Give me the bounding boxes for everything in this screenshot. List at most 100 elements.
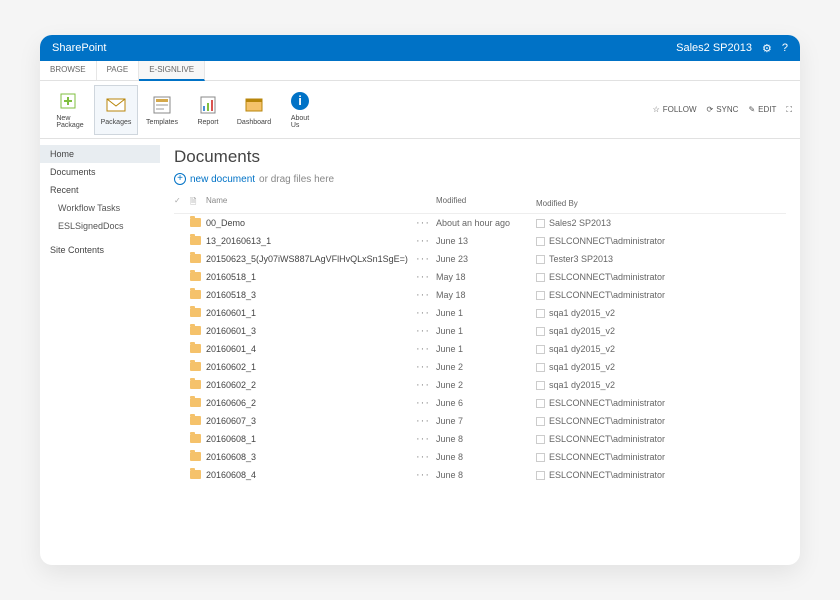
nav-documents[interactable]: Documents [40, 163, 160, 181]
row-modified-by[interactable]: Sales2 SP2013 [536, 218, 696, 228]
row-menu-icon[interactable]: ··· [416, 361, 436, 373]
nav-site-contents[interactable]: Site Contents [40, 241, 160, 259]
table-row[interactable]: 20160602_1···June 2sqa1 dy2015_v2 [174, 358, 786, 376]
user-label[interactable]: Sales2 SP2013 [676, 42, 752, 54]
row-menu-icon[interactable]: ··· [416, 397, 436, 409]
row-modified-by[interactable]: ESLCONNECT\administrator [536, 272, 696, 282]
table-row[interactable]: 20160601_3···June 1sqa1 dy2015_v2 [174, 322, 786, 340]
ribbon-about-us[interactable]: iAboutUs [278, 85, 322, 135]
row-modified-by[interactable]: sqa1 dy2015_v2 [536, 380, 696, 390]
row-modified-by[interactable]: sqa1 dy2015_v2 [536, 344, 696, 354]
row-menu-icon[interactable]: ··· [416, 253, 436, 265]
row-modified: June 6 [436, 398, 536, 408]
dashboard-icon [243, 94, 265, 116]
row-modified-by[interactable]: ESLCONNECT\administrator [536, 470, 696, 480]
col-modified-by[interactable]: Modified By [536, 196, 696, 210]
help-icon[interactable]: ? [782, 42, 788, 54]
expand-icon: ⛶ [786, 105, 792, 115]
row-name[interactable]: 20160518_3 [206, 290, 416, 300]
row-modified-by[interactable]: sqa1 dy2015_v2 [536, 308, 696, 318]
row-menu-icon[interactable]: ··· [416, 307, 436, 319]
ribbon-action-sync[interactable]: ⟳SYNC [707, 105, 739, 114]
row-menu-icon[interactable]: ··· [416, 217, 436, 229]
col-modified[interactable]: Modified [436, 196, 536, 210]
row-modified-by[interactable]: ESLCONNECT\administrator [536, 290, 696, 300]
row-modified-by[interactable]: ESLCONNECT\administrator [536, 398, 696, 408]
row-name[interactable]: 20160601_3 [206, 326, 416, 336]
row-name[interactable]: 20160608_4 [206, 470, 416, 480]
folder-icon [190, 272, 206, 283]
ribbon-new-package[interactable]: NewPackage [48, 85, 92, 135]
row-name[interactable]: 13_20160613_1 [206, 236, 416, 246]
row-menu-icon[interactable]: ··· [416, 343, 436, 355]
row-name[interactable]: 20160607_3 [206, 416, 416, 426]
ribbon-action-follow[interactable]: ☆FOLLOW [653, 105, 697, 114]
row-name[interactable]: 20160602_1 [206, 362, 416, 372]
tab-e-signlive[interactable]: E-SIGNLIVE [139, 61, 205, 81]
user-icon [536, 435, 545, 444]
user-icon [536, 471, 545, 480]
row-modified-by[interactable]: ESLCONNECT\administrator [536, 416, 696, 426]
row-menu-icon[interactable]: ··· [416, 289, 436, 301]
row-menu-icon[interactable]: ··· [416, 451, 436, 463]
row-modified-by[interactable]: ESLCONNECT\administrator [536, 236, 696, 246]
row-menu-icon[interactable]: ··· [416, 469, 436, 481]
table-row[interactable]: 20160602_2···June 2sqa1 dy2015_v2 [174, 376, 786, 394]
suite-right: Sales2 SP2013 ⚙ ? [676, 42, 788, 55]
ribbon-dashboard[interactable]: Dashboard [232, 85, 276, 135]
row-menu-icon[interactable]: ··· [416, 235, 436, 247]
ribbon-report[interactable]: Report [186, 85, 230, 135]
ribbon-action-expand[interactable]: ⛶ [786, 105, 792, 115]
row-modified-by[interactable]: Tester3 SP2013 [536, 254, 696, 264]
svg-text:i: i [298, 93, 302, 108]
ribbon-packages[interactable]: Packages [94, 85, 138, 135]
row-name[interactable]: 20160518_1 [206, 272, 416, 282]
table-row[interactable]: 20160608_1···June 8ESLCONNECT\administra… [174, 430, 786, 448]
row-name[interactable]: 20160608_3 [206, 452, 416, 462]
row-menu-icon[interactable]: ··· [416, 433, 436, 445]
row-name[interactable]: 20160608_1 [206, 434, 416, 444]
nav-eslsigneddocs[interactable]: ESLSignedDocs [40, 217, 160, 235]
col-menu [416, 196, 436, 210]
row-name[interactable]: 20160601_4 [206, 344, 416, 354]
row-modified: June 8 [436, 434, 536, 444]
user-icon [536, 237, 545, 246]
folder-icon [190, 452, 206, 463]
tab-browse[interactable]: BROWSE [40, 61, 97, 80]
table-row[interactable]: 20160608_4···June 8ESLCONNECT\administra… [174, 466, 786, 484]
table-row[interactable]: 20160601_4···June 1sqa1 dy2015_v2 [174, 340, 786, 358]
row-menu-icon[interactable]: ··· [416, 325, 436, 337]
row-modified-by[interactable]: ESLCONNECT\administrator [536, 434, 696, 444]
ribbon-action-edit[interactable]: ✎EDIT [748, 105, 776, 114]
nav-recent[interactable]: Recent [40, 181, 160, 199]
table-row[interactable]: 20160518_3···May 18ESLCONNECT\administra… [174, 286, 786, 304]
new-document-link[interactable]: + new document or drag files here [174, 173, 786, 185]
row-name[interactable]: 20160606_2 [206, 398, 416, 408]
row-modified-by[interactable]: sqa1 dy2015_v2 [536, 362, 696, 372]
gear-icon[interactable]: ⚙ [762, 42, 772, 55]
table-row[interactable]: 20160606_2···June 6ESLCONNECT\administra… [174, 394, 786, 412]
table-row[interactable]: 00_Demo···About an hour agoSales2 SP2013 [174, 214, 786, 232]
row-menu-icon[interactable]: ··· [416, 271, 436, 283]
row-name[interactable]: 20160602_2 [206, 380, 416, 390]
nav-workflow-tasks[interactable]: Workflow Tasks [40, 199, 160, 217]
table-row[interactable]: 20160601_1···June 1sqa1 dy2015_v2 [174, 304, 786, 322]
nav-home[interactable]: Home [40, 145, 160, 163]
table-row[interactable]: 20160608_3···June 8ESLCONNECT\administra… [174, 448, 786, 466]
row-name[interactable]: 20150623_5(Jy07iWS887LAgVFlHvQLxSn1SgE=) [206, 254, 416, 264]
row-name[interactable]: 20160601_1 [206, 308, 416, 318]
tab-page[interactable]: PAGE [97, 61, 140, 80]
row-menu-icon[interactable]: ··· [416, 415, 436, 427]
table-row[interactable]: 20160518_1···May 18ESLCONNECT\administra… [174, 268, 786, 286]
row-modified-by[interactable]: sqa1 dy2015_v2 [536, 326, 696, 336]
row-menu-icon[interactable]: ··· [416, 379, 436, 391]
col-name[interactable]: Name [206, 196, 416, 210]
body: HomeDocumentsRecentWorkflow TasksESLSign… [40, 139, 800, 565]
table-row[interactable]: 20150623_5(Jy07iWS887LAgVFlHvQLxSn1SgE=)… [174, 250, 786, 268]
ribbon-templates[interactable]: Templates [140, 85, 184, 135]
table-row[interactable]: 20160607_3···June 7ESLCONNECT\administra… [174, 412, 786, 430]
table-row[interactable]: 13_20160613_1···June 13ESLCONNECT\admini… [174, 232, 786, 250]
row-modified-by[interactable]: ESLCONNECT\administrator [536, 452, 696, 462]
col-check[interactable]: ✓ [174, 196, 190, 210]
row-name[interactable]: 00_Demo [206, 218, 416, 228]
